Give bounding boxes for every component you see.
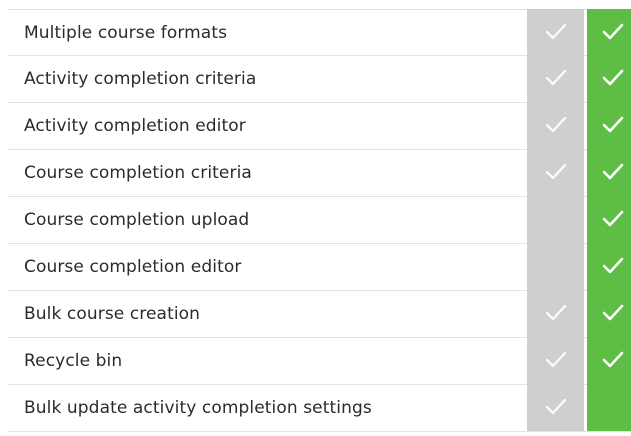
feature-label: Bulk course creation [24, 304, 201, 324]
checkmark-icon [545, 23, 566, 39]
feature-label: Course completion criteria [24, 163, 252, 183]
column-b-cell [587, 383, 631, 431]
column-a-cell [527, 242, 584, 290]
feature-label: Recycle bin [24, 351, 123, 371]
checkmark-icon [545, 164, 566, 180]
table-row: Activity completion editor [8, 101, 631, 150]
checkmark-icon [545, 70, 566, 86]
checkmark-icon [602, 23, 624, 40]
table-row: Bulk course creation [8, 289, 631, 338]
checkmark-icon [602, 163, 624, 180]
column-a-cell [527, 195, 584, 243]
column-b-cell [587, 195, 631, 243]
column-a-cell [527, 54, 584, 102]
column-a-cell [527, 101, 584, 149]
checkmark-icon [602, 210, 624, 227]
column-a-cell [527, 148, 584, 196]
feature-label: Activity completion criteria [24, 69, 257, 89]
checkmark-icon [545, 352, 566, 368]
table-row: Course completion criteria [8, 148, 631, 197]
checkmark-icon [602, 351, 624, 368]
table-row: Multiple course formats [8, 8, 631, 56]
checkmark-icon [602, 257, 624, 274]
feature-label: Course completion upload [24, 210, 250, 230]
checkmark-icon [602, 304, 624, 321]
column-a-cell [527, 289, 584, 337]
column-a-cell [527, 336, 584, 384]
checkmark-icon [545, 305, 566, 321]
column-b-cell [587, 242, 631, 290]
table-row: Bulk update activity completion settings [8, 383, 631, 432]
column-b-cell [587, 289, 631, 337]
feature-label: Course completion editor [24, 257, 242, 277]
feature-label: Multiple course formats [24, 22, 228, 43]
feature-label: Bulk update activity completion settings [24, 398, 372, 418]
table-row: Activity completion criteria [8, 54, 631, 103]
table-row: Recycle bin [8, 336, 631, 385]
column-a-cell [527, 383, 584, 431]
table-row: Course completion upload [8, 195, 631, 244]
checkmark-icon [545, 117, 566, 133]
feature-label: Activity completion editor [24, 116, 246, 136]
column-b-cell [587, 54, 631, 102]
checkmark-icon [602, 116, 624, 133]
column-b-cell [587, 101, 631, 149]
column-b-cell [587, 8, 631, 55]
table-row: Course completion editor [8, 242, 631, 291]
column-a-cell [527, 8, 584, 55]
checkmark-icon [602, 69, 624, 86]
feature-comparison-table: Multiple course formats Activity complet… [8, 8, 631, 432]
column-b-cell [587, 336, 631, 384]
column-b-cell [587, 148, 631, 196]
checkmark-icon [545, 399, 566, 415]
